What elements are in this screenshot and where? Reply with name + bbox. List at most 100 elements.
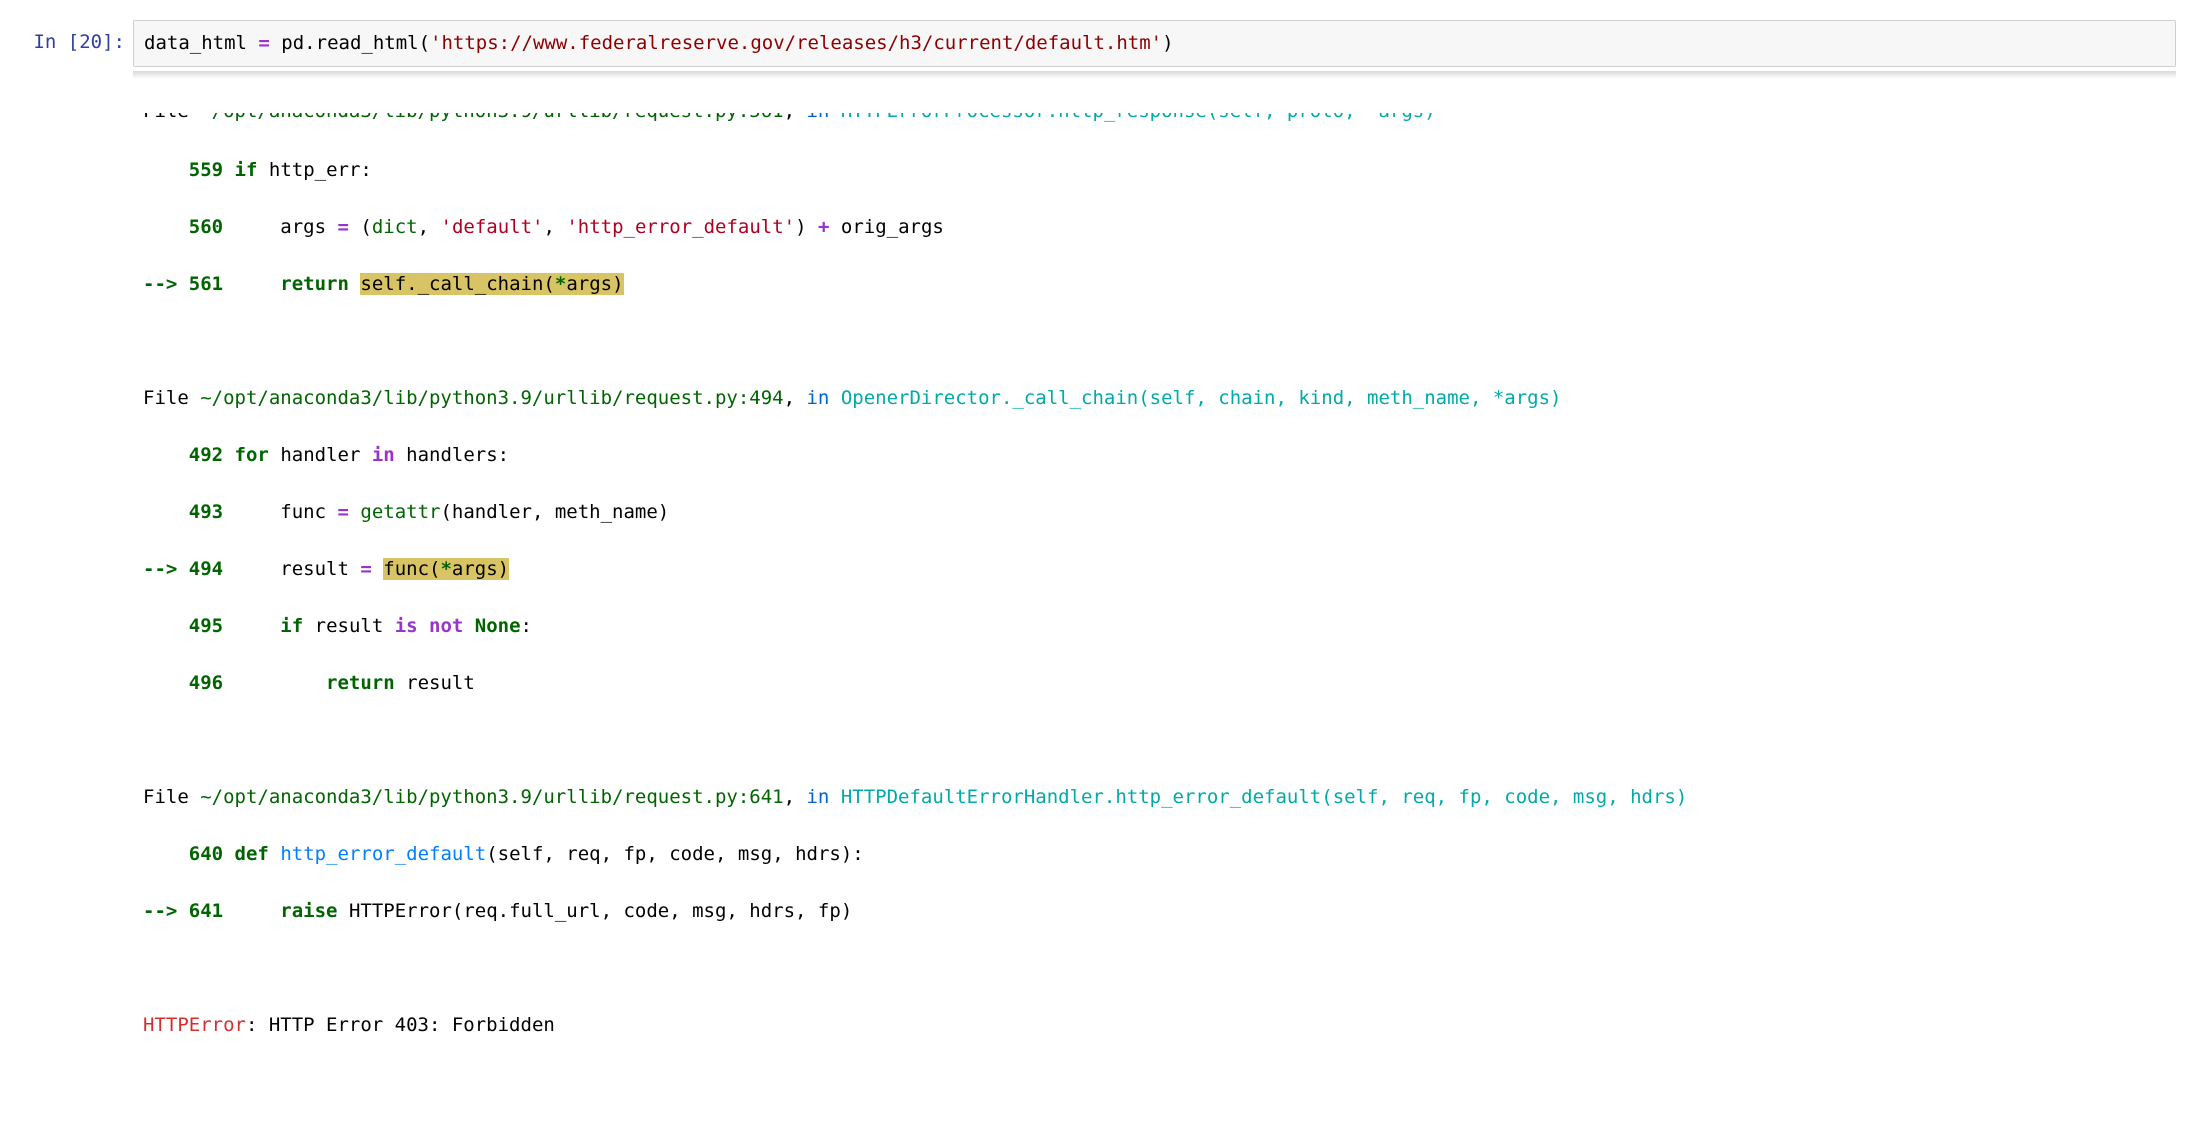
comma: ,: [543, 216, 566, 238]
pad: [223, 615, 280, 637]
in-label: in: [806, 113, 840, 122]
sep: ,: [784, 113, 807, 122]
scroll-shadow: [133, 71, 2176, 79]
highlight: func(*args): [383, 558, 509, 580]
file-path: ~/opt/anaconda3/lib/python3.9/urllib/req…: [200, 786, 783, 808]
kw-return: return: [326, 672, 395, 694]
kw-for: for: [235, 444, 269, 466]
kw-in: in: [372, 444, 395, 466]
lineno: 494: [189, 558, 223, 580]
blank-line: [143, 954, 2166, 983]
frame-name: HTTPDefaultErrorHandler.http_error_defau…: [841, 786, 1687, 808]
rest: http_err:: [257, 159, 371, 181]
lineno: 492: [189, 444, 223, 466]
lineno: 640: [189, 843, 223, 865]
code-line-492: 492 for handler in handlers:: [143, 441, 2166, 470]
highlight: self._call_chain(*args): [360, 273, 623, 295]
sp: [223, 159, 234, 181]
lineno: 495: [189, 615, 223, 637]
star: *: [440, 558, 451, 580]
code-close: ): [1162, 32, 1173, 54]
code-fn: read_html: [316, 32, 419, 54]
kw-isnot: is not: [395, 615, 475, 637]
code-input[interactable]: data_html = pd.read_html('https://www.fe…: [133, 20, 2176, 67]
frame-name: OpenerDirector._call_chain(self, chain, …: [841, 387, 1562, 409]
lhs: args: [280, 216, 326, 238]
arrow-icon: -->: [143, 558, 189, 580]
code-open: (: [419, 32, 430, 54]
pad: [223, 501, 280, 523]
code-cell: In [20]: data_html = pd.read_html('https…: [10, 20, 2176, 67]
code-line-641: --> 641 raise HTTPError(req.full_url, co…: [143, 897, 2166, 926]
kw-if: if: [235, 159, 258, 181]
args: args): [452, 558, 509, 580]
kw-raise: raise: [280, 900, 337, 922]
kw-def: def: [235, 843, 269, 865]
self: self.: [360, 273, 417, 295]
output-cell: File ~/opt/anaconda3/lib/python3.9/urlli…: [10, 81, 2176, 1107]
paren: (: [360, 216, 371, 238]
builtin: getattr: [360, 501, 440, 523]
file-label: File: [143, 113, 200, 122]
sp: [223, 444, 234, 466]
file-line-3: File ~/opt/anaconda3/lib/python3.9/urlli…: [143, 783, 2166, 812]
notebook: In [20]: data_html = pd.read_html('https…: [0, 0, 2186, 1140]
rest: HTTPError(req.full_url, code, msg, hdrs,…: [338, 900, 853, 922]
var: handler: [269, 444, 372, 466]
code-assign: =: [247, 32, 281, 54]
sep: ,: [784, 387, 807, 409]
lineno: 641: [189, 900, 223, 922]
lineno: 559: [189, 159, 223, 181]
rhs: orig_args: [841, 216, 944, 238]
pad: [223, 273, 280, 295]
sp: [223, 843, 234, 865]
pad: [223, 672, 326, 694]
file-path: ~/opt/anaconda3/lib/python3.9/urllib/req…: [200, 113, 783, 122]
error-line: HTTPError: HTTP Error 403: Forbidden: [143, 1011, 2166, 1040]
kw-none: None: [475, 615, 521, 637]
frame-name: HTTPErrorProcessor.http_response(self, p…: [841, 113, 1436, 122]
code-line-561: --> 561 return self._call_chain(*args): [143, 270, 2166, 299]
pad: [223, 900, 280, 922]
code-line-560: 560 args = (dict, 'default', 'http_error…: [143, 213, 2166, 242]
rest: (self, req, fp, code, msg, hdrs):: [486, 843, 864, 865]
str: 'default': [441, 216, 544, 238]
lhs: func: [280, 501, 326, 523]
dict: dict: [372, 216, 418, 238]
code-var: data_html: [144, 32, 247, 54]
arrow-icon: -->: [143, 900, 189, 922]
truncated-line: File ~/opt/anaconda3/lib/python3.9/urlli…: [143, 113, 2166, 127]
eq: =: [326, 216, 360, 238]
sp: [349, 273, 360, 295]
code-line-496: 496 return result: [143, 669, 2166, 698]
str: 'http_error_default': [566, 216, 795, 238]
in-label: in: [806, 387, 840, 409]
file-path: ~/opt/anaconda3/lib/python3.9/urllib/req…: [200, 387, 783, 409]
plus: +: [807, 216, 841, 238]
traceback-output[interactable]: File ~/opt/anaconda3/lib/python3.9/urlli…: [133, 81, 2176, 1107]
args: args): [566, 273, 623, 295]
comma: ,: [418, 216, 441, 238]
kw-if: if: [280, 615, 303, 637]
code-line-495: 495 if result is not None:: [143, 612, 2166, 641]
fn-name: http_error_default: [269, 843, 486, 865]
blank-line: [143, 327, 2166, 356]
method: _call_chain(: [418, 273, 555, 295]
rest: handlers:: [395, 444, 509, 466]
file-label: File: [143, 387, 200, 409]
code-line-494: --> 494 result = func(*args): [143, 555, 2166, 584]
error-message: HTTP Error 403: Forbidden: [269, 1014, 555, 1036]
rest: (handler, meth_name): [440, 501, 669, 523]
file-label: File: [143, 786, 200, 808]
kw-return: return: [280, 273, 349, 295]
pad: [223, 558, 280, 580]
lineno: 561: [189, 273, 223, 295]
pad: [223, 216, 280, 238]
colon: :: [521, 615, 532, 637]
blank-line: [143, 726, 2166, 755]
code-line-559: 559 if http_err:: [143, 156, 2166, 185]
rest: result: [395, 672, 475, 694]
eq: =: [326, 501, 360, 523]
lineno: 493: [189, 501, 223, 523]
eq: =: [349, 558, 383, 580]
